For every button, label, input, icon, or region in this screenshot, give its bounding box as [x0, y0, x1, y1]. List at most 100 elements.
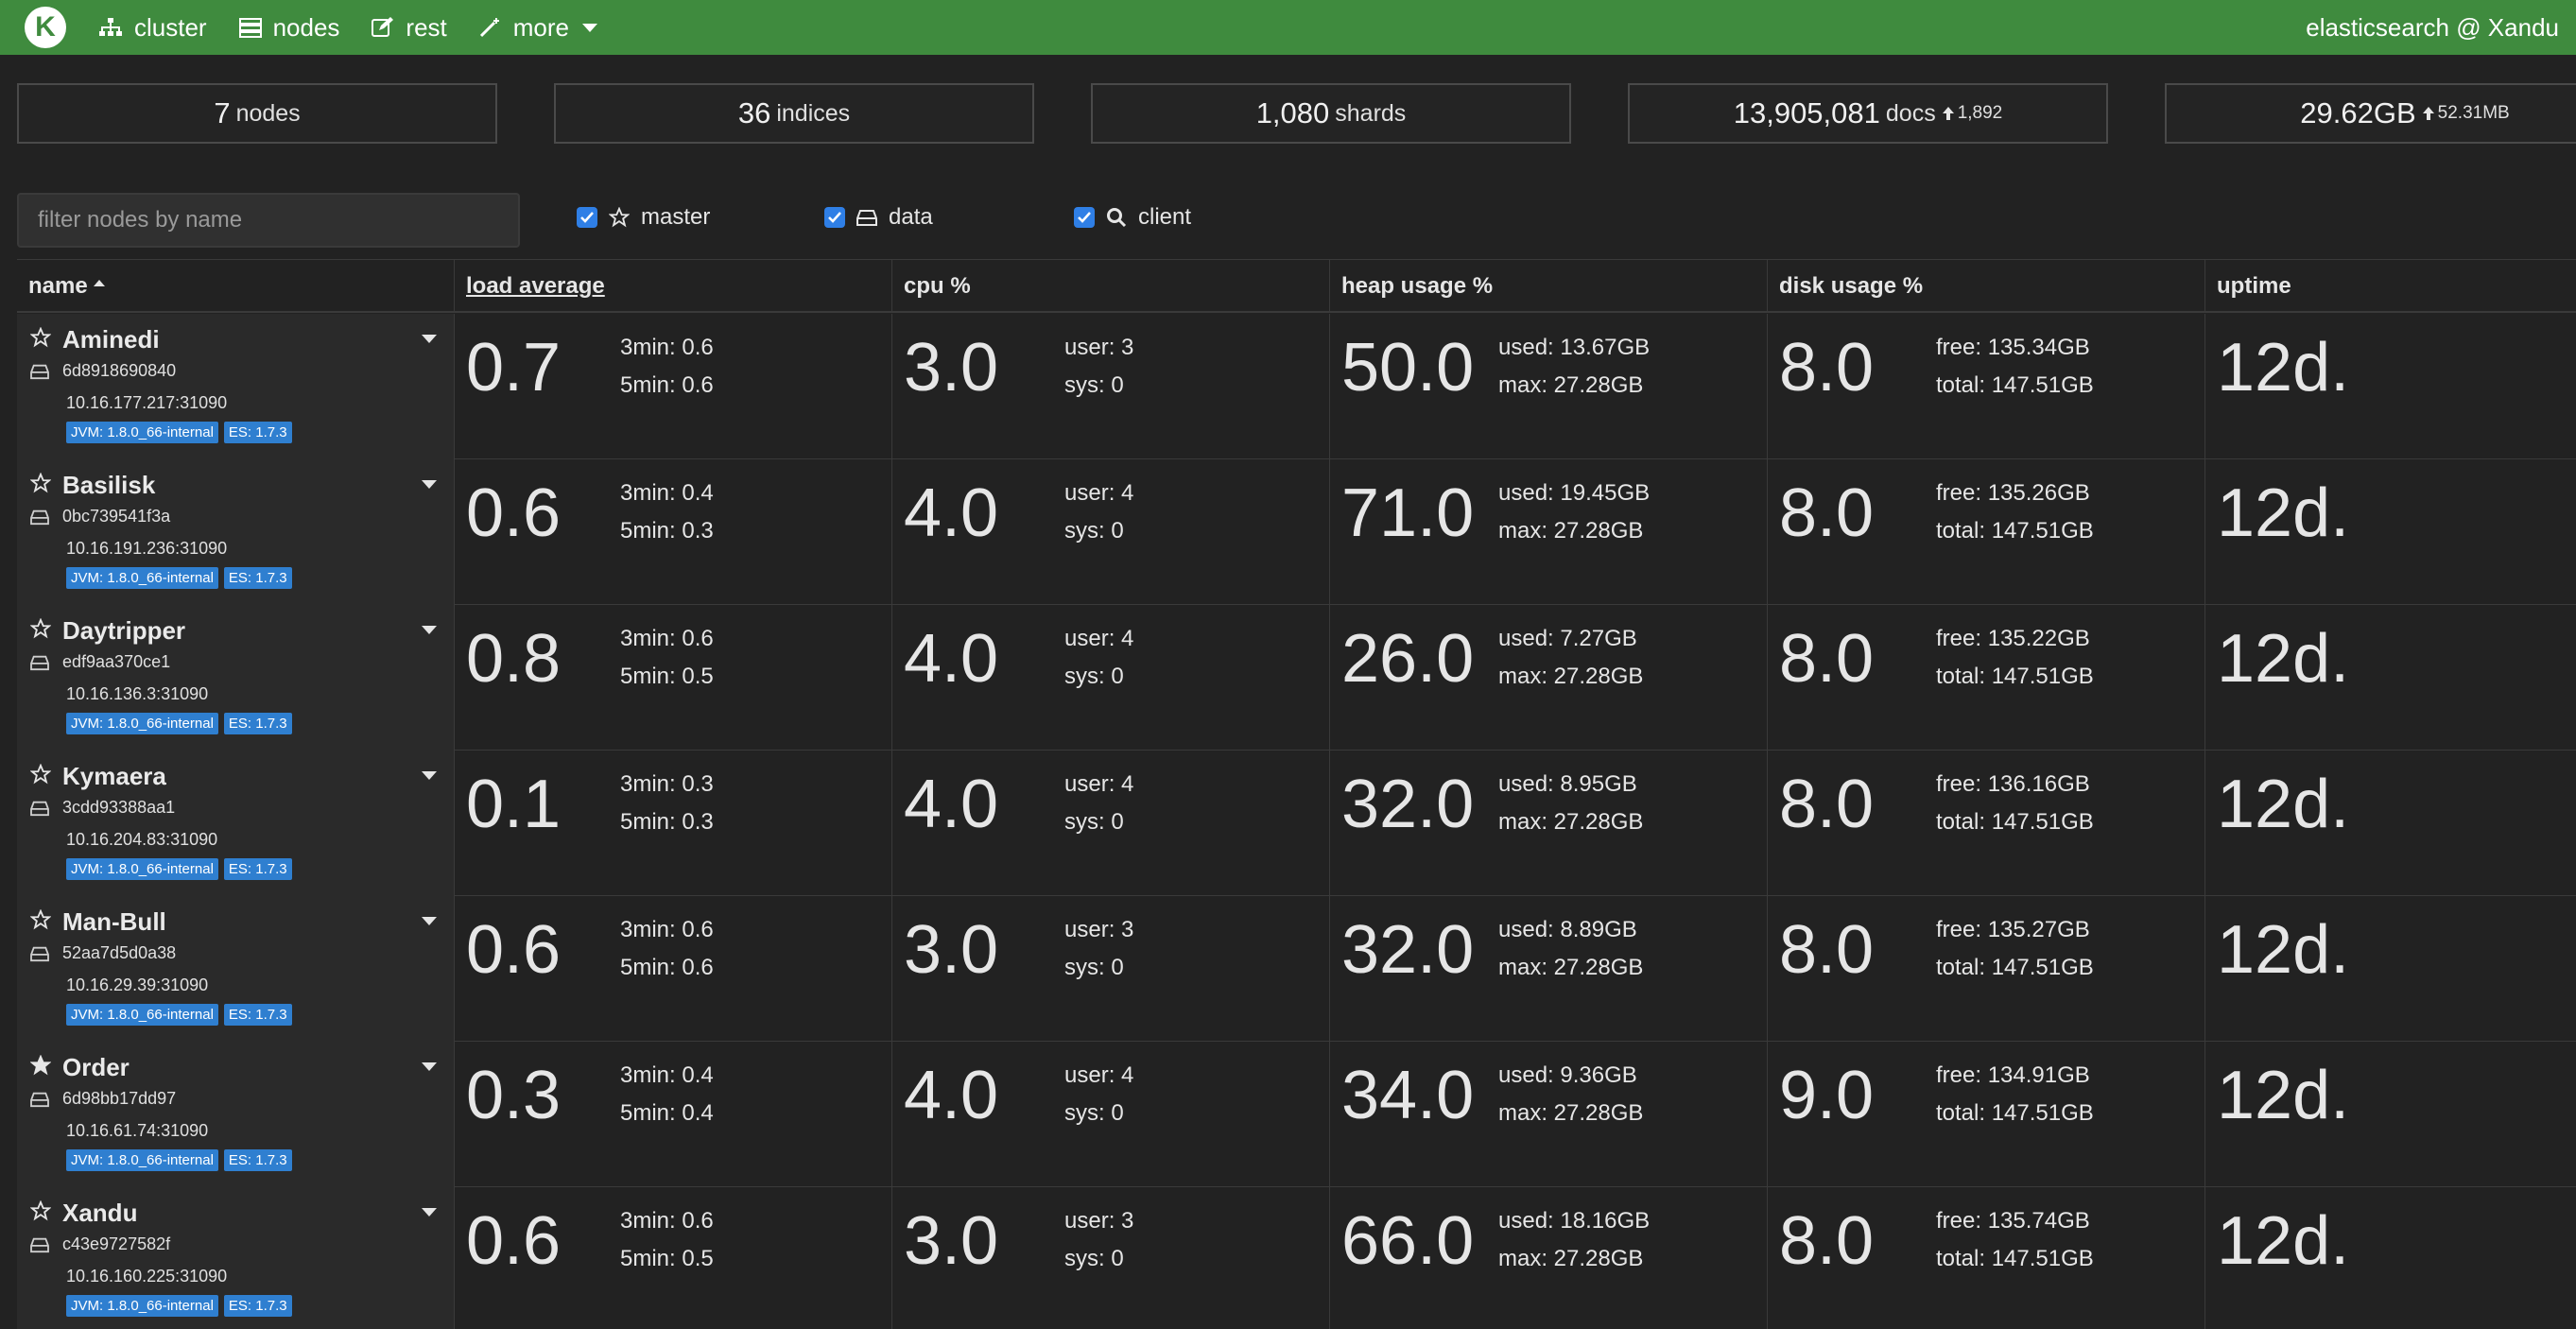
disk-total: total: 147.51GB [1936, 955, 2094, 980]
column-header-load[interactable]: load average [455, 260, 892, 313]
cpu-value: 4.0 [904, 475, 999, 551]
disk-usage-cell: 8.0 free: 136.16GB total: 147.51GB [1768, 751, 2205, 896]
heap-max: max: 27.28GB [1498, 1246, 1644, 1271]
stat-docs: 13,905,081 docs 1,892 [1628, 83, 2108, 144]
node-id: c43e9727582f [62, 1234, 171, 1253]
star-outline-icon[interactable] [29, 326, 52, 348]
node-actions-dropdown-icon[interactable] [422, 335, 437, 343]
star-outline-icon[interactable] [29, 763, 52, 785]
disk-free: free: 135.26GB [1936, 480, 2090, 506]
nav-nodes[interactable]: nodes [238, 13, 339, 43]
kopf-logo[interactable]: K [25, 7, 66, 48]
disk-usage-value: 8.0 [1779, 767, 1875, 842]
disk-usage-cell: 8.0 free: 135.74GB total: 147.51GB [1768, 1187, 2205, 1329]
sitemap-icon [99, 18, 122, 36]
star-filled-icon[interactable] [29, 1054, 52, 1076]
heap-usage-cell: 32.0 used: 8.95GB max: 27.28GB [1330, 751, 1768, 896]
client-filter-checkbox[interactable]: client [1074, 202, 1191, 233]
load-3min: 3min: 0.3 [620, 771, 714, 797]
cluster-name: elasticsearch @ Xandu [2306, 13, 2559, 42]
nav-cluster[interactable]: cluster [98, 13, 207, 43]
node-name[interactable]: Xandu [62, 1199, 137, 1228]
node-actions-dropdown-icon[interactable] [422, 917, 437, 925]
nav-rest[interactable]: rest [372, 13, 447, 43]
magic-wand-icon [479, 18, 499, 38]
table-header: name load average cpu % heap usage % dis… [17, 260, 2576, 313]
column-header-name[interactable]: name [17, 260, 455, 313]
disk-usage-cell: 9.0 free: 134.91GB total: 147.51GB [1768, 1042, 2205, 1187]
disk-usage-value: 8.0 [1779, 1203, 1875, 1279]
checkbox-checked-icon[interactable] [577, 207, 597, 228]
cpu-value: 3.0 [904, 330, 999, 406]
node-actions-dropdown-icon[interactable] [422, 771, 437, 780]
cpu-user: user: 4 [1064, 1062, 1134, 1088]
node-name[interactable]: Order [62, 1053, 130, 1082]
edit-icon [372, 17, 394, 37]
cpu-value: 3.0 [904, 1203, 999, 1279]
uptime-value: 12d. [2217, 767, 2350, 842]
cpu-cell: 4.0 user: 4 sys: 0 [892, 459, 1330, 605]
heap-used: used: 19.45GB [1498, 480, 1651, 506]
node-actions-dropdown-icon[interactable] [422, 1062, 437, 1071]
search-icon [1107, 208, 1127, 228]
heap-usage-value: 26.0 [1341, 621, 1475, 697]
es-version-badge: ES: 1.7.3 [223, 858, 292, 880]
node-badges: JVM: 1.8.0_66-internal ES: 1.7.3 [66, 567, 298, 589]
star-outline-icon[interactable] [29, 908, 52, 930]
cpu-cell: 4.0 user: 4 sys: 0 [892, 605, 1330, 751]
load-5min: 5min: 0.6 [620, 372, 714, 398]
node-name[interactable]: Aminedi [62, 325, 160, 354]
load-average-cell: 0.7 3min: 0.6 5min: 0.6 [455, 314, 892, 459]
cpu-sys: sys: 0 [1064, 664, 1124, 689]
heap-usage-value: 66.0 [1341, 1203, 1475, 1279]
node-name-cell: Xandu c43e9727582f 10.16.160.225:31090 J… [17, 1187, 455, 1329]
heap-max: max: 27.28GB [1498, 664, 1644, 689]
es-version-badge: ES: 1.7.3 [223, 713, 292, 734]
checkbox-checked-icon[interactable] [824, 207, 845, 228]
node-name[interactable]: Man-Bull [62, 907, 166, 937]
column-header-heap-label: heap usage % [1341, 273, 1494, 299]
node-actions-dropdown-icon[interactable] [422, 480, 437, 489]
data-filter-checkbox[interactable]: data [824, 202, 933, 233]
load-average-cell: 0.6 3min: 0.4 5min: 0.3 [455, 459, 892, 605]
filter-nodes-input[interactable] [17, 193, 520, 248]
column-header-heap[interactable]: heap usage % [1330, 260, 1768, 313]
node-name[interactable]: Basilisk [62, 471, 155, 500]
master-filter-checkbox[interactable]: master [577, 202, 710, 233]
column-header-uptime[interactable]: uptime [2205, 260, 2576, 313]
star-outline-icon[interactable] [29, 472, 52, 493]
checkbox-checked-icon[interactable] [1074, 207, 1095, 228]
uptime-cell: 12d. [2205, 1187, 2576, 1329]
heap-max: max: 27.28GB [1498, 518, 1644, 544]
node-name[interactable]: Daytripper [62, 616, 185, 646]
cluster-stats: 7 nodes 36 indices 1,080 shards 13,905,0… [17, 83, 2576, 144]
disk-free: free: 135.34GB [1936, 335, 2090, 360]
node-name-cell: Aminedi 6d8918690840 10.16.177.217:31090… [17, 314, 455, 459]
load-average-cell: 0.1 3min: 0.3 5min: 0.3 [455, 751, 892, 896]
load-5min: 5min: 0.3 [620, 518, 714, 544]
node-name[interactable]: Kymaera [62, 762, 166, 791]
star-outline-icon[interactable] [29, 617, 52, 639]
star-outline-icon[interactable] [29, 1200, 52, 1221]
heap-used: used: 18.16GB [1498, 1208, 1651, 1234]
heap-usage-value: 34.0 [1341, 1058, 1475, 1133]
stat-docs-unit: docs [1885, 99, 1936, 127]
column-header-disk[interactable]: disk usage % [1768, 260, 2205, 313]
disk-total: total: 147.51GB [1936, 1246, 2094, 1271]
node-actions-dropdown-icon[interactable] [422, 626, 437, 634]
heap-usage-value: 32.0 [1341, 767, 1475, 842]
disk-total: total: 147.51GB [1936, 664, 2094, 689]
disk-free: free: 135.27GB [1936, 917, 2090, 942]
node-actions-dropdown-icon[interactable] [422, 1208, 437, 1217]
master-filter-label: master [641, 204, 711, 230]
uptime-cell: 12d. [2205, 896, 2576, 1042]
cpu-cell: 3.0 user: 3 sys: 0 [892, 314, 1330, 459]
nav-more-dropdown[interactable]: more [479, 13, 598, 43]
heap-max: max: 27.28GB [1498, 1100, 1644, 1126]
column-header-cpu[interactable]: cpu % [892, 260, 1330, 313]
node-address: 10.16.29.39:31090 [66, 975, 209, 994]
node-badges: JVM: 1.8.0_66-internal ES: 1.7.3 [66, 1149, 298, 1171]
node-id: 52aa7d5d0a38 [62, 943, 177, 962]
jvm-version-badge: JVM: 1.8.0_66-internal [66, 858, 218, 880]
cpu-cell: 4.0 user: 4 sys: 0 [892, 751, 1330, 896]
